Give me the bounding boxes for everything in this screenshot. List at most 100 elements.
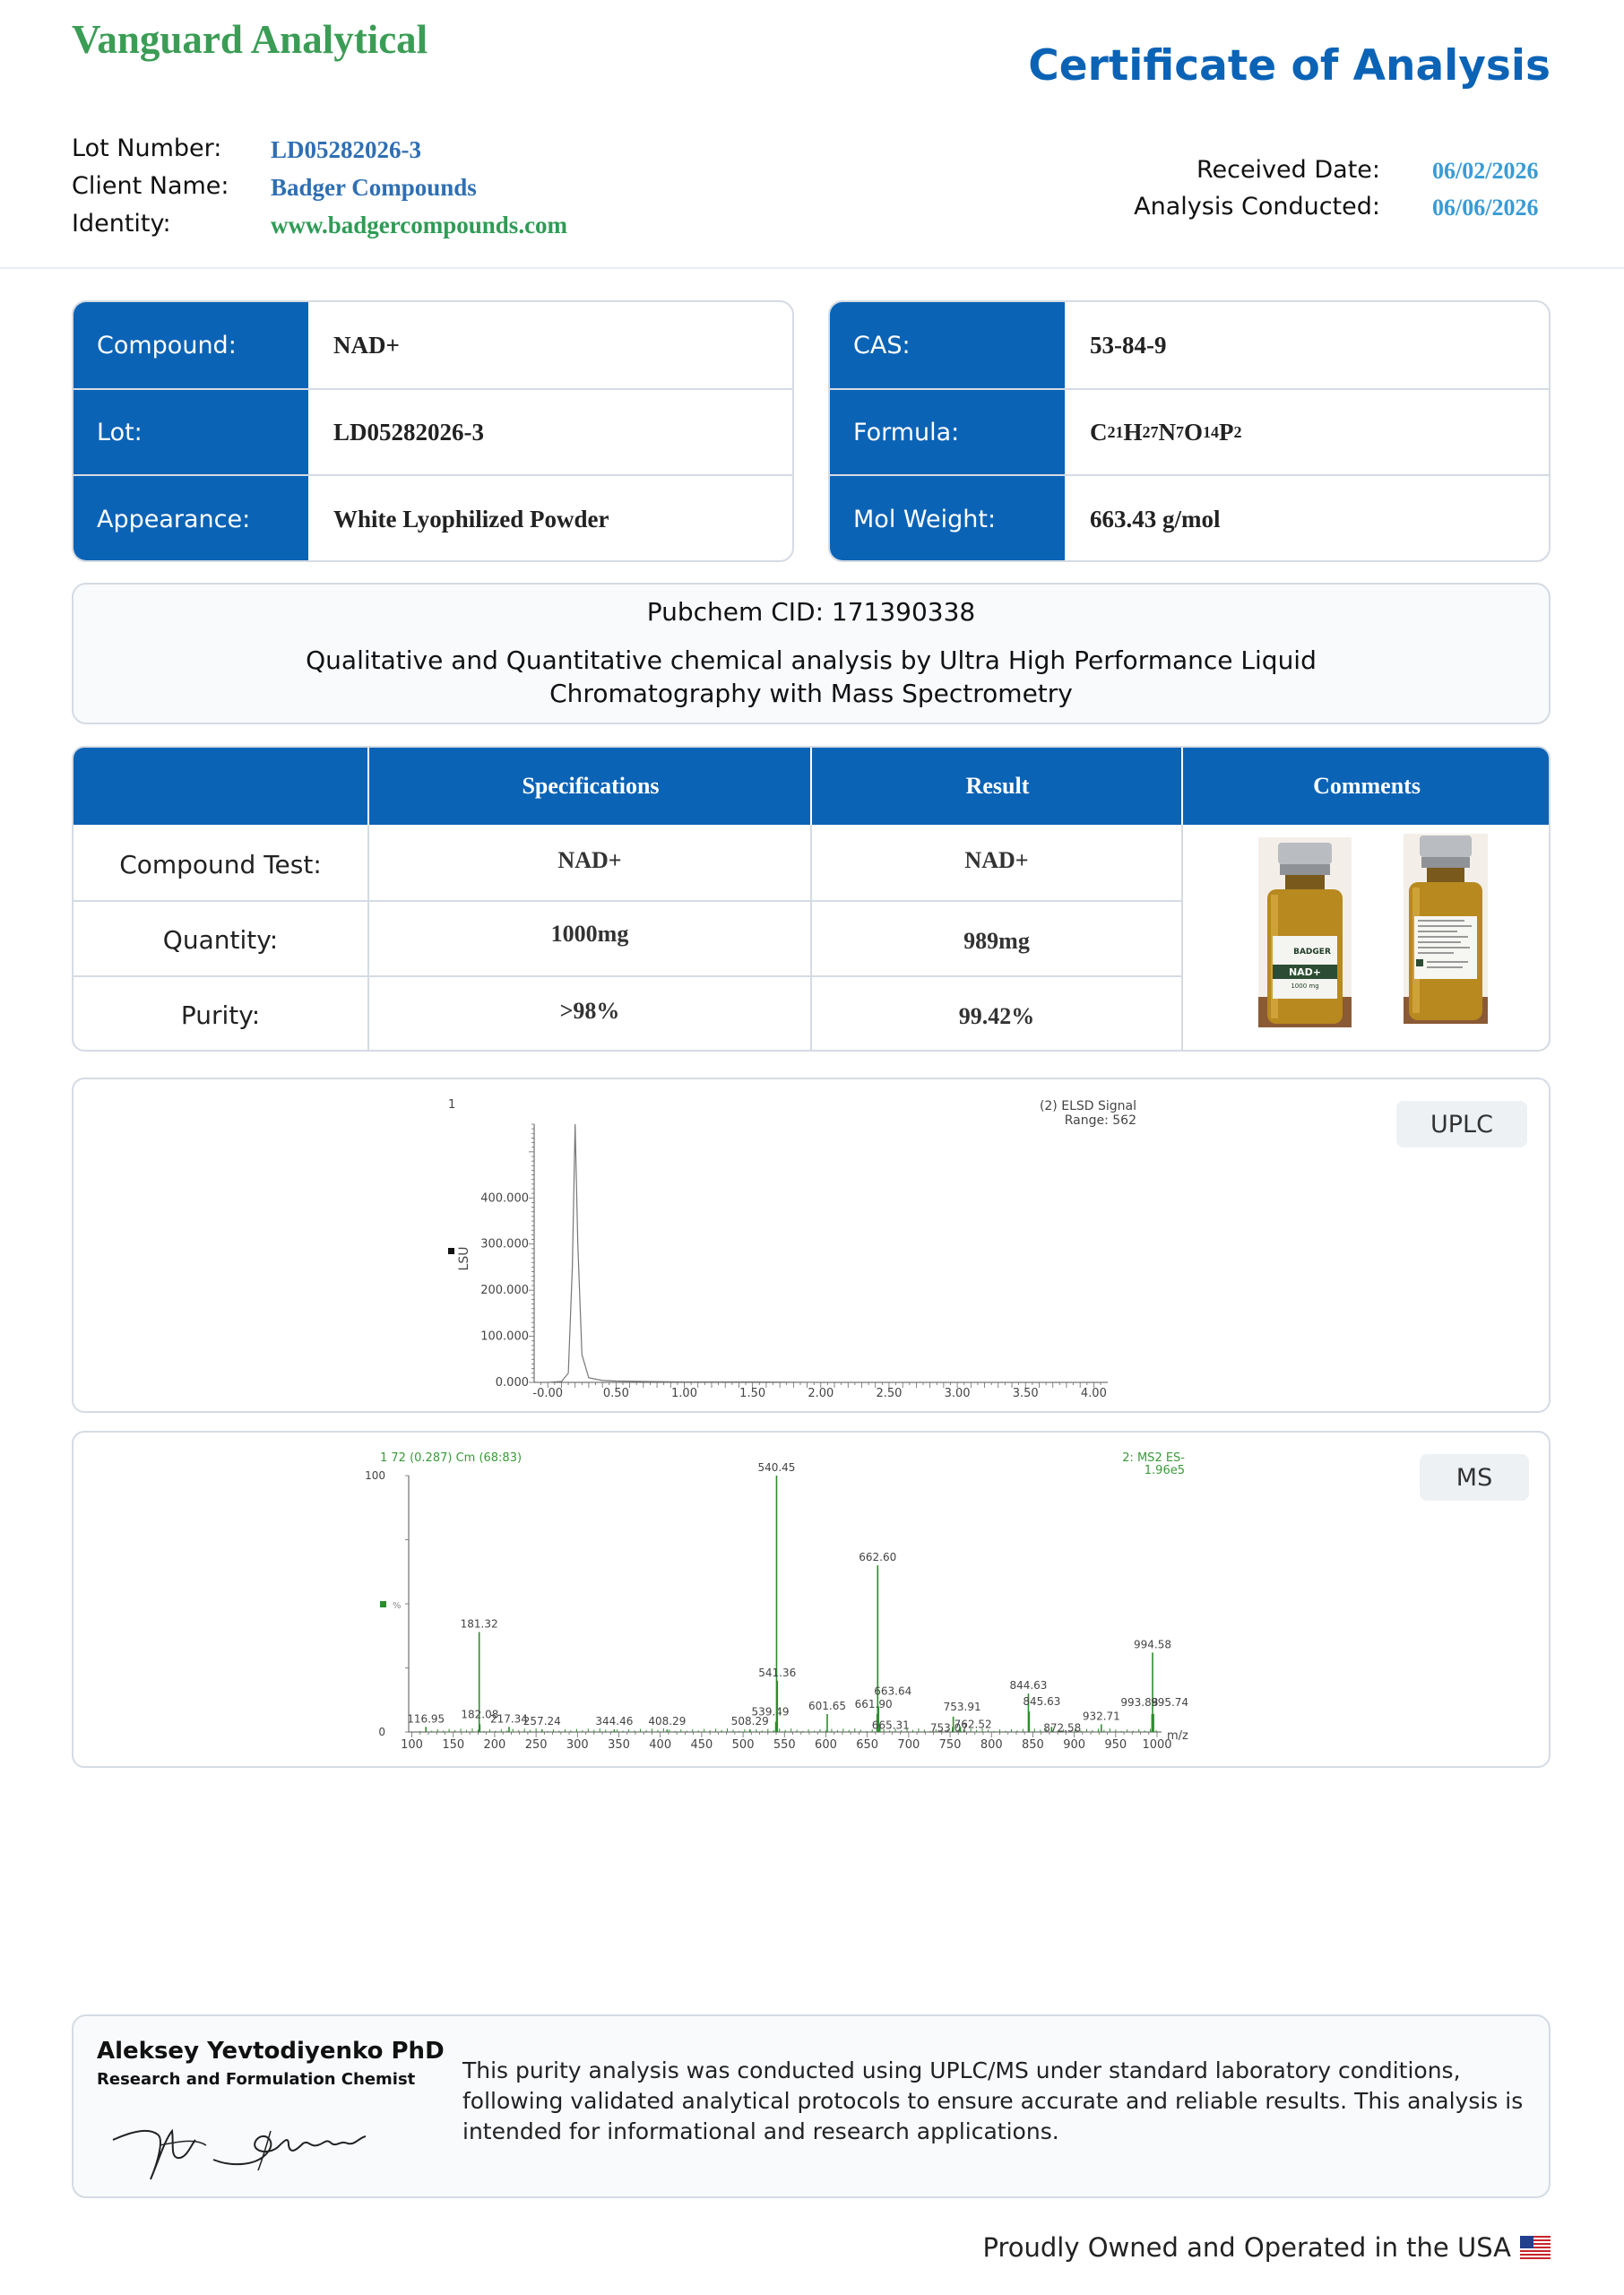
uplc-x-tick-label: 1.00 <box>671 1387 697 1400</box>
ms-peak-label: 257.24 <box>523 1715 561 1728</box>
signer-name: Aleksey Yevtodiyenko PhD <box>97 2038 445 2065</box>
ms-x-tick-label: 250 <box>525 1738 548 1752</box>
ms-peak-label: 994.58 <box>1134 1638 1171 1650</box>
ms-x-tick-label: 150 <box>442 1738 464 1752</box>
ms-x-tick-label: 450 <box>690 1738 713 1752</box>
ms-x-tick-label: 1000 <box>1142 1738 1171 1752</box>
ms-mode-line2: 1.96e5 <box>1145 1464 1185 1477</box>
ms-y-mid: % <box>393 1601 402 1611</box>
ms-x-tick-label: 500 <box>732 1738 755 1752</box>
ms-x-tick-label: 750 <box>939 1738 962 1752</box>
vial-photo-front: BADGER NAD+ 1000 mg <box>1258 837 1352 1027</box>
cas-row: CAS: 53-84-9 <box>830 302 1549 388</box>
uplc-y-tick-label: 200.000 <box>480 1284 529 1297</box>
mol-weight-key: Mol Weight: <box>830 476 1065 560</box>
uplc-plot <box>540 1123 1094 1383</box>
ms-peak-label: 116.95 <box>407 1712 445 1725</box>
ms-x-tick-label: 600 <box>815 1738 837 1752</box>
vial-label-brand: BADGER <box>1293 948 1331 957</box>
appearance-row: Appearance: White Lyophilized Powder <box>73 474 792 560</box>
ms-peak-label: 762.52 <box>955 1718 992 1730</box>
vial-label-qty: 1000 mg <box>1291 983 1318 990</box>
method-line-2: Chromatography with Mass Spectrometry <box>549 679 1073 708</box>
ms-x-tick-label: 400 <box>649 1738 671 1752</box>
ms-y-top: 100 <box>365 1469 385 1482</box>
header-result: Result <box>965 773 1030 799</box>
ms-peak-label: 844.63 <box>1009 1679 1047 1692</box>
handwritten-signature <box>112 2128 367 2180</box>
ms-ylabel-marker <box>380 1601 386 1607</box>
ms-peak-label: 845.63 <box>1023 1695 1060 1708</box>
signature-card: Aleksey Yevtodiyenko PhD Research and Fo… <box>72 2014 1551 2198</box>
cas-value: 53-84-9 <box>1090 331 1167 359</box>
us-flag-icon <box>1520 2236 1551 2259</box>
uplc-x-tick-label: 0.50 <box>603 1387 629 1400</box>
result-purity: 99.42% <box>958 1003 1035 1029</box>
compound-value: NAD+ <box>333 331 400 359</box>
signer-role: Research and Formulation Chemist <box>97 2070 416 2089</box>
uplc-x-tick-label: 2.00 <box>808 1387 834 1400</box>
lot-number-value: LD05282026-3 <box>271 136 421 163</box>
ms-x-tick-label: 550 <box>773 1738 796 1752</box>
ms-x-tick-label: 100 <box>401 1738 423 1752</box>
analysis-conducted-value: 06/06/2026 <box>1432 195 1539 221</box>
ms-spectrum: 1 72 (0.287) Cm (68:83) 2: MS2 ES- 1.96e… <box>365 1451 1188 1752</box>
spec-compound-test: NAD+ <box>557 847 622 873</box>
uplc-ylabel: LSU <box>457 1247 471 1271</box>
uplc-y-tick-label: 0.000 <box>496 1376 529 1390</box>
pubchem-card: Pubchem CID: 171390338 Qualitative and Q… <box>72 583 1551 724</box>
document-title: Certificate of Analysis <box>1028 41 1551 91</box>
ms-x-tick-label: 800 <box>980 1738 1003 1752</box>
lot-key: Lot: <box>73 390 308 474</box>
uplc-x-tick-label: 3.00 <box>945 1387 971 1400</box>
ms-peak-label: 539.49 <box>752 1706 790 1719</box>
header-divider-2 <box>810 748 812 825</box>
col-divider-3 <box>1181 825 1183 1050</box>
ms-x-tick-label: 350 <box>608 1738 630 1752</box>
header-comments: Comments <box>1313 773 1421 799</box>
header-divider-3 <box>1181 748 1183 825</box>
compound-key: Compound: <box>73 302 308 388</box>
identity-value[interactable]: www.badgercompounds.com <box>271 212 567 239</box>
uplc-x-tick-label: 4.00 <box>1081 1387 1107 1400</box>
ms-x-tick-label: 700 <box>897 1738 920 1752</box>
lot-row: Lot: LD05282026-3 <box>73 388 792 474</box>
ms-x-tick-label: 200 <box>484 1738 506 1752</box>
client-name-label: Client Name: <box>72 172 229 200</box>
vial-label-product: NAD+ <box>1289 966 1321 978</box>
ms-peak-label: 872.58 <box>1043 1721 1081 1734</box>
received-date-label: Received Date: <box>1196 156 1380 184</box>
received-date-value: 06/02/2026 <box>1432 158 1539 184</box>
identity-label: Identity: <box>72 210 171 238</box>
uplc-chromatogram: 1 (2) ELSD Signal Range: 562 LSU -0.00 0.… <box>448 1098 1136 1400</box>
ms-peak-label: 541.36 <box>758 1667 796 1679</box>
method-line-1: Qualitative and Quantitative chemical an… <box>306 645 1317 675</box>
uplc-y-tick-label: 300.000 <box>480 1238 529 1251</box>
header-divider-1 <box>367 748 369 825</box>
ms-x-tick-label: 900 <box>1063 1738 1085 1752</box>
pubchem-cid: Pubchem CID: 171390338 <box>646 597 976 627</box>
uplc-signal-line2: Range: 562 <box>1065 1113 1136 1128</box>
chemistry-card: CAS: 53-84-9 Formula: C 21 H 27 N 7 O 14 P 2 Mol … <box>828 300 1551 562</box>
header-divider <box>0 267 1624 269</box>
cas-key: CAS: <box>830 302 1065 388</box>
ms-x-tick-label: 300 <box>566 1738 589 1752</box>
header-specifications: Specifications <box>522 773 660 799</box>
appearance-key: Appearance: <box>73 476 308 560</box>
ms-peak-label: 217.34 <box>490 1712 528 1725</box>
ms-x-tick-label: 950 <box>1104 1738 1127 1752</box>
usa-tagline: Proudly Owned and Operated in the USA <box>983 2232 1551 2263</box>
ms-peak-label: 601.65 <box>808 1700 846 1712</box>
ms-peak-label: 665.31 <box>872 1719 910 1731</box>
uplc-y-tick-label: 400.000 <box>480 1191 529 1205</box>
tagline-text: Proudly Owned and Operated in the USA <box>982 2232 1512 2263</box>
uplc-x-tick-label: 2.50 <box>876 1387 902 1400</box>
ms-peak-label: 408.29 <box>648 1715 686 1728</box>
formula-row: Formula: C 21 H 27 N 7 O 14 P 2 <box>830 388 1549 474</box>
ms-peak-label: 540.45 <box>757 1461 795 1474</box>
ms-x-tick-label: 650 <box>856 1738 878 1752</box>
result-quantity: 989mg <box>963 928 1030 954</box>
ms-peak-label: 932.71 <box>1083 1710 1120 1722</box>
ms-peak-label: 181.32 <box>461 1617 498 1630</box>
formula-value: C 21 H 27 N 7 O 14 P 2 <box>1090 418 1242 446</box>
